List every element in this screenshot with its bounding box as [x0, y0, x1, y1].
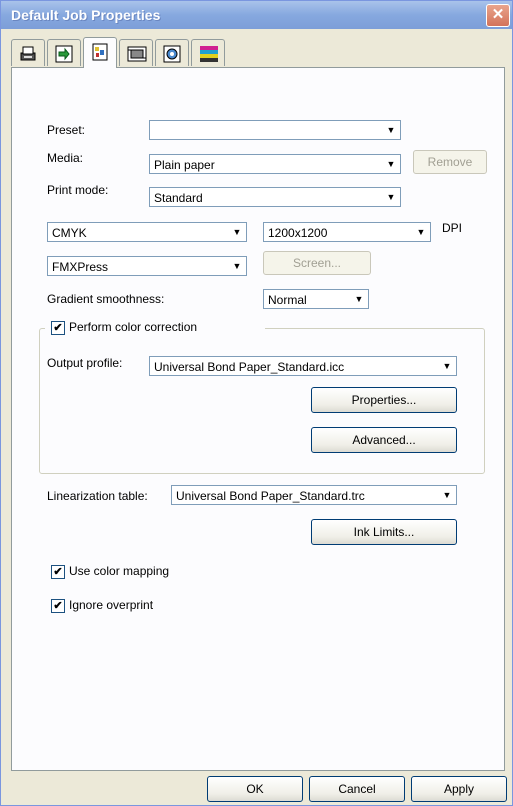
resolution-value: 1200x1200 [268, 226, 328, 240]
resolution-dropdown[interactable]: 1200x1200 ▼ [263, 222, 431, 242]
dpi-label: DPI [442, 221, 463, 235]
print-mode-label: Print mode: [47, 183, 109, 197]
media-dropdown[interactable]: Plain paper ▼ [149, 154, 401, 174]
chevron-down-icon: ▼ [413, 224, 429, 240]
title-bar[interactable]: Default Job Properties ✕ [1, 1, 512, 29]
gradient-label: Gradient smoothness: [47, 292, 165, 306]
output-profile-label: Output profile: [47, 356, 123, 370]
ok-button[interactable]: OK [207, 776, 303, 802]
output-profile-value: Universal Bond Paper_Standard.icc [154, 360, 345, 374]
linearization-value: Universal Bond Paper_Standard.trc [176, 489, 365, 503]
tab-transfer[interactable] [47, 39, 81, 66]
remove-button[interactable]: Remove [413, 150, 487, 174]
tab-strip [11, 37, 311, 69]
ink-limits-button[interactable]: Ink Limits... [311, 519, 457, 545]
linearization-label: Linearization table: [47, 489, 148, 503]
screen-button[interactable]: Screen... [263, 251, 371, 275]
preset-dropdown[interactable]: ▼ [149, 120, 401, 140]
advanced-button[interactable]: Advanced... [311, 427, 457, 453]
color-bars-icon [200, 46, 218, 62]
color-correction-label: Perform color correction [69, 320, 198, 334]
tab-color[interactable] [83, 37, 117, 68]
tab-film[interactable] [119, 39, 153, 66]
print-mode-dropdown[interactable]: Standard ▼ [149, 187, 401, 207]
tab-printer[interactable] [11, 39, 45, 66]
close-icon: ✕ [491, 6, 505, 23]
window-title: Default Job Properties [11, 7, 161, 23]
check-icon: ✔ [53, 600, 63, 612]
ignore-overprint-checkbox[interactable]: ✔ [51, 599, 65, 613]
linearization-dropdown[interactable]: Universal Bond Paper_Standard.trc ▼ [171, 485, 457, 505]
close-button[interactable]: ✕ [486, 4, 510, 27]
group-header: ✔ Perform color correction [45, 319, 265, 337]
color-doc-icon [92, 43, 108, 61]
color-space-dropdown[interactable]: CMYK ▼ [47, 222, 247, 242]
color-mapping-label: Use color mapping [69, 564, 170, 578]
gradient-value: Normal [268, 293, 307, 307]
transfer-icon [55, 45, 73, 63]
color-mapping-checkbox[interactable]: ✔ [51, 565, 65, 579]
chevron-down-icon: ▼ [229, 258, 245, 274]
film-icon [127, 46, 147, 62]
chevron-down-icon: ▼ [351, 291, 367, 307]
print-mode-value: Standard [154, 191, 203, 205]
tab-target[interactable] [155, 39, 189, 66]
chevron-down-icon: ▼ [383, 156, 399, 172]
check-icon: ✔ [53, 322, 63, 334]
chevron-down-icon: ▼ [439, 487, 455, 503]
preset-label: Preset: [47, 123, 86, 137]
chevron-down-icon: ▼ [439, 358, 455, 374]
color-correction-checkbox[interactable]: ✔ [51, 321, 65, 335]
cancel-button[interactable]: Cancel [309, 776, 405, 802]
ignore-overprint-label: Ignore overprint [69, 598, 154, 612]
gradient-dropdown[interactable]: Normal ▼ [263, 289, 369, 309]
tab-color-bars[interactable] [191, 39, 225, 66]
screening-dropdown[interactable]: FMXPress ▼ [47, 256, 247, 276]
properties-button[interactable]: Properties... [311, 387, 457, 413]
check-icon: ✔ [53, 566, 63, 578]
screening-value: FMXPress [52, 260, 109, 274]
chevron-down-icon: ▼ [383, 189, 399, 205]
media-label: Media: [47, 151, 84, 165]
apply-button[interactable]: Apply [411, 776, 507, 802]
media-value: Plain paper [154, 158, 215, 172]
color-space-value: CMYK [52, 226, 87, 240]
printer-icon [20, 46, 36, 61]
chevron-down-icon: ▼ [229, 224, 245, 240]
chevron-down-icon: ▼ [383, 122, 399, 138]
output-profile-dropdown[interactable]: Universal Bond Paper_Standard.icc ▼ [149, 356, 457, 376]
target-icon [163, 45, 181, 63]
job-properties-window: Default Job Properties ✕ Preset: ▼ Media… [0, 0, 513, 806]
